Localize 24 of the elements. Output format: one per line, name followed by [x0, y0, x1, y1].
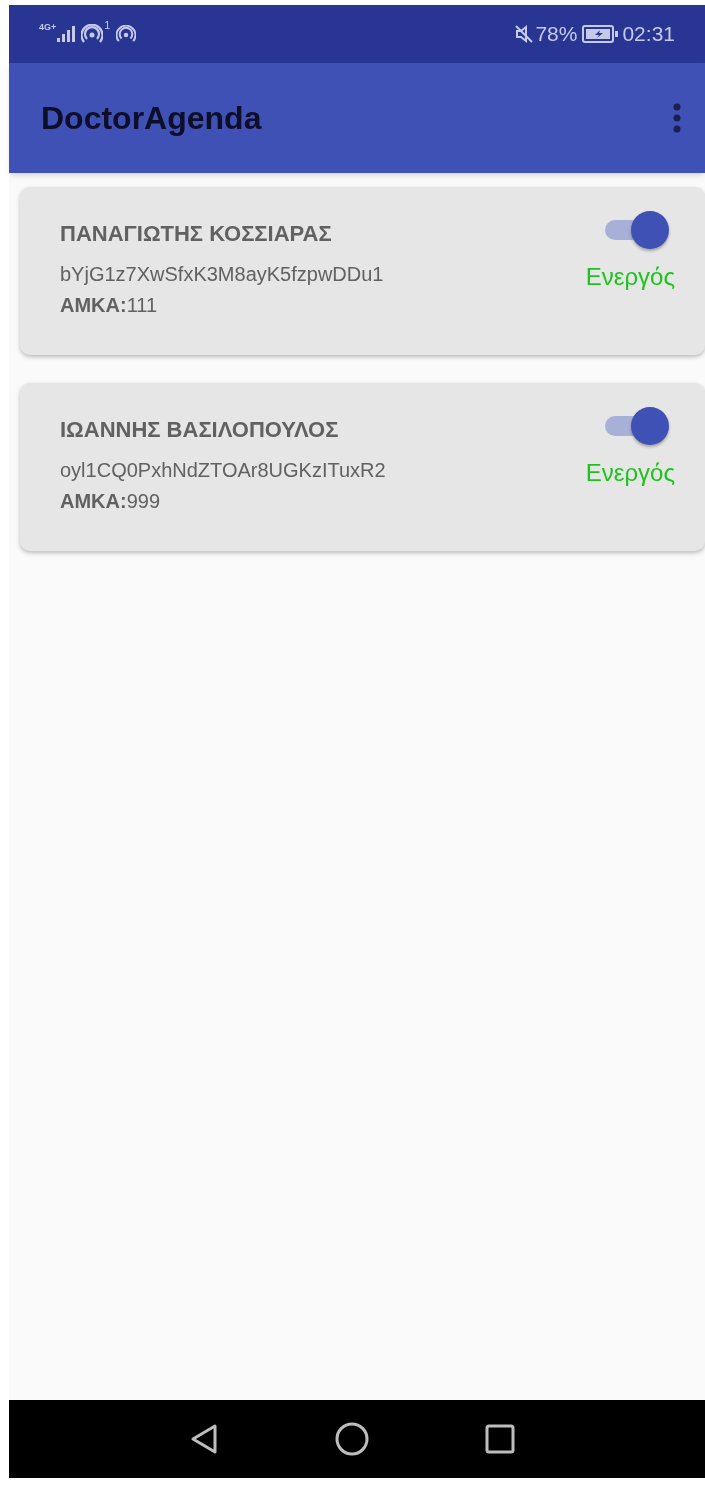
hotspot-icon [81, 24, 104, 44]
toggle-switch[interactable] [605, 211, 669, 249]
clock: 02:31 [622, 21, 675, 48]
patient-card[interactable]: ΠΑΝΑΓΙΩΤΗΣ ΚΟΣΣΙΑΡΑΣ bYjG1z7XwSfxK3M8ayK5fzpwDDu1 ΑΜΚΑ:111 Ενεργός [20, 187, 705, 355]
recents-icon[interactable] [485, 1424, 515, 1454]
home-icon[interactable] [335, 1422, 369, 1456]
patient-card[interactable]: ΙΩΑΝΝΗΣ ΒΑΣΙΛΟΠΟΥΛΟΣ oyl1CQ0PxhNdZTOAr8UGKzITuxR2 ΑΜΚΑ:999 Ενεργός [20, 383, 705, 551]
status-label: Ενεργός [585, 458, 675, 488]
hotspot-count-label: 1 [104, 18, 111, 33]
toggle-switch[interactable] [605, 407, 669, 445]
app-title: DoctorAgenda [41, 99, 263, 138]
status-label: Ενεργός [585, 262, 675, 292]
signal-icon [57, 26, 76, 42]
patient-id: bYjG1z7XwSfxK3M8ayK5fzpwDDu1 [60, 262, 385, 287]
battery-percent: 78% [535, 21, 578, 48]
network-label: 4G+ [39, 23, 57, 32]
amka-number: ΑΜΚΑ:111 [60, 293, 159, 318]
hotspot-icon [116, 25, 137, 43]
patient-name: ΠΑΝΑΓΙΩΤΗΣ ΚΟΣΣΙΑΡΑΣ [60, 220, 333, 248]
patient-id: oyl1CQ0PxhNdZTOAr8UGKzITuxR2 [60, 458, 387, 483]
amka-number: ΑΜΚΑ:999 [60, 489, 162, 514]
battery-icon [582, 25, 619, 43]
back-icon[interactable] [189, 1423, 219, 1455]
patient-name: ΙΩΑΝΝΗΣ ΒΑΣΙΛΟΠΟΥΛΟΣ [60, 416, 340, 444]
